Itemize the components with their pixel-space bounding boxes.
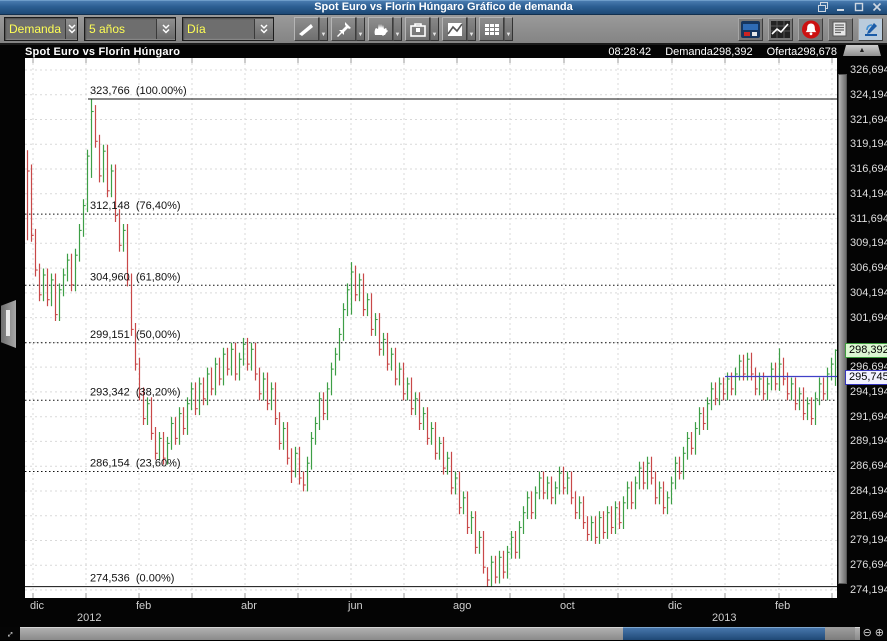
chevron-down-icon[interactable] xyxy=(65,19,77,39)
x-axis-month-label: jun xyxy=(348,600,363,612)
y-axis-tick-label: 326,694 xyxy=(850,64,887,76)
horizontal-scrollbar: ↔ ⊖ ⊕ xyxy=(0,626,887,641)
y-axis-tick-label: 316,694 xyxy=(850,163,887,175)
chart-style-dropdown-arrow[interactable]: ▼ xyxy=(467,17,476,41)
x-axis-month-label: abr xyxy=(241,600,257,612)
y-axis-tick-label: 274,194 xyxy=(850,584,887,596)
y-axis-tick-label: 324,194 xyxy=(850,89,887,101)
quote-side-dropdown[interactable]: Demanda xyxy=(4,17,78,41)
candlestick-chart[interactable]: 323,766 (100.00%) 312,148 (76,40%) 304,960… xyxy=(25,58,837,598)
x-axis-month-label: feb xyxy=(775,600,791,612)
period-value: 5 años xyxy=(89,22,126,36)
resize-icon[interactable]: ↔ xyxy=(0,626,20,641)
workspace-icon[interactable] xyxy=(738,17,763,41)
side-panel-handle[interactable] xyxy=(1,300,16,348)
annotate-dropdown-arrow[interactable]: ▼ xyxy=(393,17,402,41)
pushpin-icon[interactable] xyxy=(331,17,356,41)
svg-text:299,151 (50,00%): 299,151 (50,00%) xyxy=(90,329,181,341)
y-axis-tick-label: 309,194 xyxy=(850,237,887,249)
svg-text:323,766 (100.00%): 323,766 (100.00%) xyxy=(90,85,187,97)
zoom-controls: ⊖ ⊕ xyxy=(859,627,887,640)
interval-dropdown[interactable]: Día xyxy=(182,17,274,41)
chevron-down-icon[interactable] xyxy=(156,19,175,39)
quote-time: 08:28:42 xyxy=(608,46,652,58)
zoom-in-icon[interactable]: ⊕ xyxy=(875,627,884,640)
scrollbar-track[interactable] xyxy=(19,627,860,640)
bid-price-badge: 298,392 xyxy=(845,343,887,358)
restore-icon[interactable] xyxy=(816,1,830,13)
window-titlebar: Spot Euro vs Florín Húngaro Gráfico de d… xyxy=(0,0,887,15)
y-axis-tick-label: 284,194 xyxy=(850,485,887,497)
scrollbar-thumb[interactable] xyxy=(622,627,825,640)
window-controls xyxy=(816,1,884,13)
x-axis-month-label: dic xyxy=(30,600,45,612)
drawing-tools: ▼ ▼ ▼ ▼ ▼ ▼ xyxy=(294,17,513,41)
chart-title: Spot Euro vs Florín Húngaro xyxy=(25,46,181,58)
analysis-icon[interactable] xyxy=(858,17,883,41)
chart-style-icon[interactable] xyxy=(442,17,467,41)
news-icon[interactable] xyxy=(828,17,853,41)
x-axis-year-label: 2013 xyxy=(712,612,737,624)
interval-value: Día xyxy=(187,22,206,36)
grid-icon[interactable] xyxy=(479,17,504,41)
trendline-icon[interactable] xyxy=(294,17,319,41)
quote-side-value: Demanda xyxy=(9,22,62,36)
x-axis-month-label: oct xyxy=(560,600,575,612)
y-axis-tick-label: 321,694 xyxy=(850,114,887,126)
toolbar: Demanda 5 años Día ▼ ▼ ▼ ▼ ▼ ▼ xyxy=(0,15,887,45)
minimize-icon[interactable] xyxy=(834,1,848,13)
y-axis-tick-label: 276,694 xyxy=(850,559,887,571)
x-axis-month-label: ago xyxy=(453,600,472,612)
y-axis-tick-label: 289,194 xyxy=(850,435,887,447)
toolbox-dropdown-arrow[interactable]: ▼ xyxy=(430,17,439,41)
svg-text:274,536 (0.00%): 274,536 (0.00%) xyxy=(90,573,174,585)
chart-header: Spot Euro vs Florín Húngaro 08:28:42 Dem… xyxy=(0,45,887,58)
price-axis-slider[interactable] xyxy=(838,74,847,584)
price-plot[interactable]: 323,766 (100.00%) 312,148 (76,40%) 304,960… xyxy=(25,58,837,598)
bid-quote: Demanda298,392 xyxy=(665,46,753,58)
chart-window-icon[interactable] xyxy=(768,17,793,41)
y-axis-tick-label: 319,194 xyxy=(850,138,887,150)
y-axis-tick-label: 291,694 xyxy=(850,411,887,423)
window-title: Spot Euro vs Florín Húngaro Gráfico de d… xyxy=(314,1,573,13)
y-axis-tick-label: 301,694 xyxy=(850,312,887,324)
y-axis-tick-label: 311,694 xyxy=(850,213,887,225)
quote-strip: 08:28:42 Demanda298,392 Oferta298,678 xyxy=(608,46,837,58)
last-price-badge: 295,745 xyxy=(845,370,887,385)
y-axis-tick-label: 294,194 xyxy=(850,386,887,398)
toolbar-right-icons xyxy=(738,17,883,41)
maximize-icon[interactable] xyxy=(852,1,866,13)
pushpin-dropdown-arrow[interactable]: ▼ xyxy=(356,17,365,41)
svg-text:293,342 (38,20%): 293,342 (38,20%) xyxy=(90,386,181,398)
chevron-down-icon[interactable] xyxy=(254,19,273,39)
toolbox-icon[interactable] xyxy=(405,17,430,41)
collapse-header-button[interactable]: ▲ xyxy=(843,45,881,56)
price-axis[interactable]: 298,392 295,745 326,694 324,194 321,694 319… xyxy=(837,58,887,598)
time-axis: dic feb abr jun ago oct dic feb 2012 2013 xyxy=(0,598,887,627)
chart-panel: Spot Euro vs Florín Húngaro 08:28:42 Dem… xyxy=(0,45,887,641)
y-axis-tick-label: 279,194 xyxy=(850,534,887,546)
y-axis-tick-label: 304,194 xyxy=(850,287,887,299)
y-axis-tick-label: 314,194 xyxy=(850,188,887,200)
close-icon[interactable] xyxy=(870,1,884,13)
svg-text:304,960 (61,80%): 304,960 (61,80%) xyxy=(90,271,181,283)
period-dropdown[interactable]: 5 años xyxy=(84,17,176,41)
alerts-bell-icon[interactable] xyxy=(798,17,823,41)
svg-text:312,148 (76,40%): 312,148 (76,40%) xyxy=(90,200,181,212)
annotate-hand-icon[interactable] xyxy=(368,17,393,41)
y-axis-tick-label: 306,694 xyxy=(850,262,887,274)
y-axis-tick-label: 286,694 xyxy=(850,460,887,472)
y-axis-tick-label: 281,694 xyxy=(850,510,887,522)
svg-text:286,154 (23,60%): 286,154 (23,60%) xyxy=(90,458,181,470)
zoom-out-icon[interactable]: ⊖ xyxy=(863,627,872,640)
x-axis-year-label: 2012 xyxy=(77,612,102,624)
x-axis-month-label: dic xyxy=(668,600,683,612)
x-axis-month-label: feb xyxy=(136,600,152,612)
scrollbar-end-button[interactable] xyxy=(824,627,855,640)
trendline-dropdown-arrow[interactable]: ▼ xyxy=(319,17,328,41)
grid-dropdown-arrow[interactable]: ▼ xyxy=(504,17,513,41)
ask-quote: Oferta298,678 xyxy=(766,46,837,58)
